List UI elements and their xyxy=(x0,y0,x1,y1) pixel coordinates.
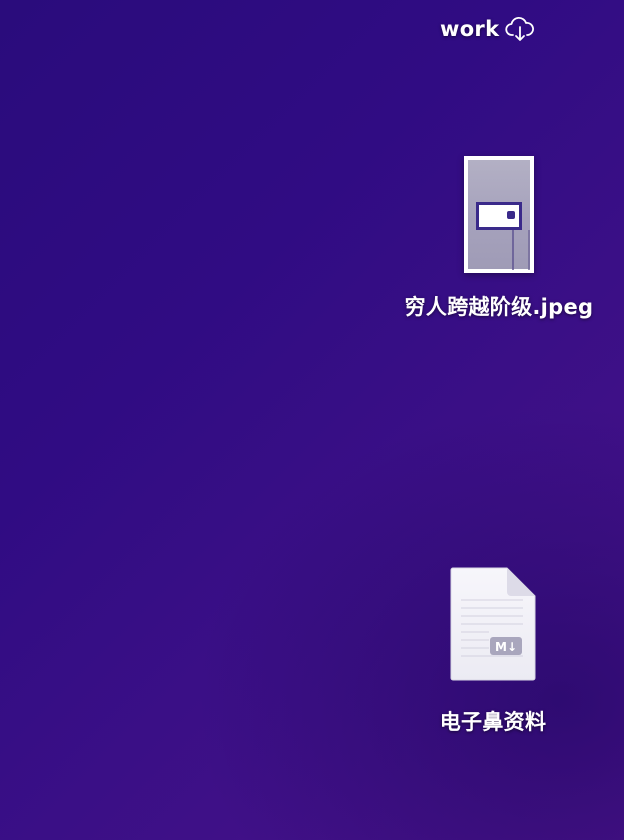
markdown-badge: M↓ xyxy=(495,640,517,654)
desktop-item-label: 穷人跨越阶级.jpeg xyxy=(404,295,594,319)
cloud-download-icon xyxy=(505,16,535,42)
thumbnail-screen xyxy=(476,202,522,230)
desktop-item-jpeg[interactable]: 穷人跨越阶级.jpeg xyxy=(388,156,610,321)
desktop-item-work[interactable]: work xyxy=(440,16,535,42)
desktop: work 穷人跨越阶级.jpeg M↓ 电子鼻资料 xyxy=(0,0,624,840)
desktop-item-label: 电子鼻资料 xyxy=(439,710,547,734)
desktop-item-label: work xyxy=(440,17,500,41)
image-thumbnail xyxy=(464,156,534,273)
markdown-document-icon: M↓ xyxy=(449,566,537,682)
desktop-item-markdown[interactable]: M↓ 电子鼻资料 xyxy=(420,566,566,736)
thumbnail-cable xyxy=(512,230,530,270)
